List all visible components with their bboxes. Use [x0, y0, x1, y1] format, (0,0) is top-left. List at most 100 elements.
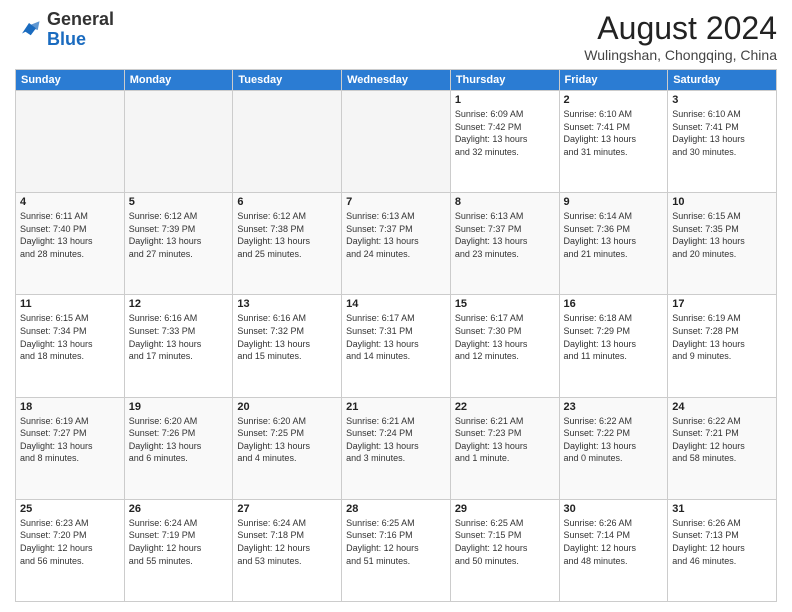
calendar: SundayMondayTuesdayWednesdayThursdayFrid…: [15, 69, 777, 602]
calendar-week-row: 1 Sunrise: 6:09 AMSunset: 7:42 PMDaylight…: [16, 91, 777, 193]
day-number: 6: [237, 196, 337, 208]
day-info: Sunrise: 6:26 AMSunset: 7:13 PMDaylight:…: [672, 517, 772, 567]
day-info: Sunrise: 6:25 AMSunset: 7:16 PMDaylight:…: [346, 517, 446, 567]
calendar-cell: 25Sunrise: 6:23 AMSunset: 7:20 PMDayligh…: [16, 499, 125, 601]
day-info: Sunrise: 6:10 AMSunset: 7:41 PMDaylight:…: [672, 108, 772, 158]
day-info: Sunrise: 6:09 AMSunset: 7:42 PMDaylight:…: [455, 108, 555, 158]
day-info: Sunrise: 6:20 AMSunset: 7:26 PMDaylight:…: [129, 415, 229, 465]
day-info: Sunrise: 6:19 AMSunset: 7:27 PMDaylight:…: [20, 415, 120, 465]
day-info: Sunrise: 6:20 AMSunset: 7:25 PMDaylight:…: [237, 415, 337, 465]
calendar-cell: 27 Sunrise: 6:24 AMSunset: 7:18 PMDayligh…: [233, 499, 342, 601]
logo-general: General: [47, 9, 114, 29]
calendar-cell: 18 Sunrise: 6:19 AMSunset: 7:27 PMDayligh…: [16, 397, 125, 499]
calendar-cell: 14 Sunrise: 6:17 AMSunset: 7:31 PMDayligh…: [342, 295, 451, 397]
calendar-week-row: 25Sunrise: 6:23 AMSunset: 7:20 PMDayligh…: [16, 499, 777, 601]
calendar-cell: [233, 91, 342, 193]
calendar-cell: 4 Sunrise: 6:11 AMSunset: 7:40 PMDaylight…: [16, 193, 125, 295]
day-info: Sunrise: 6:24 AMSunset: 7:18 PMDaylight:…: [237, 517, 337, 567]
weekday-header: Friday: [559, 70, 668, 91]
title-block: August 2024 Wulingshan, Chongqing, China: [584, 10, 777, 63]
day-number: 23: [564, 401, 664, 413]
day-number: 25: [20, 503, 120, 515]
calendar-week-row: 4 Sunrise: 6:11 AMSunset: 7:40 PMDaylight…: [16, 193, 777, 295]
calendar-cell: 28Sunrise: 6:25 AMSunset: 7:16 PMDayligh…: [342, 499, 451, 601]
day-number: 31: [672, 503, 772, 515]
calendar-cell: 10 Sunrise: 6:15 AMSunset: 7:35 PMDayligh…: [668, 193, 777, 295]
day-info: Sunrise: 6:16 AMSunset: 7:32 PMDaylight:…: [237, 312, 337, 362]
day-number: 20: [237, 401, 337, 413]
calendar-cell: 3 Sunrise: 6:10 AMSunset: 7:41 PMDaylight…: [668, 91, 777, 193]
day-number: 18: [20, 401, 120, 413]
day-number: 8: [455, 196, 555, 208]
day-info: Sunrise: 6:14 AMSunset: 7:36 PMDaylight:…: [564, 210, 664, 260]
calendar-cell: [342, 91, 451, 193]
logo-blue: Blue: [47, 29, 86, 49]
day-info: Sunrise: 6:17 AMSunset: 7:30 PMDaylight:…: [455, 312, 555, 362]
calendar-cell: 9Sunrise: 6:14 AMSunset: 7:36 PMDaylight…: [559, 193, 668, 295]
calendar-cell: 5Sunrise: 6:12 AMSunset: 7:39 PMDaylight…: [124, 193, 233, 295]
day-number: 11: [20, 298, 120, 310]
day-info: Sunrise: 6:13 AMSunset: 7:37 PMDaylight:…: [346, 210, 446, 260]
calendar-cell: 21 Sunrise: 6:21 AMSunset: 7:24 PMDayligh…: [342, 397, 451, 499]
day-number: 10: [672, 196, 772, 208]
calendar-cell: 11Sunrise: 6:15 AMSunset: 7:34 PMDayligh…: [16, 295, 125, 397]
calendar-cell: 7Sunrise: 6:13 AMSunset: 7:37 PMDaylight…: [342, 193, 451, 295]
day-number: 2: [564, 94, 664, 106]
calendar-cell: 26 Sunrise: 6:24 AMSunset: 7:19 PMDayligh…: [124, 499, 233, 601]
day-number: 29: [455, 503, 555, 515]
day-number: 16: [564, 298, 664, 310]
calendar-cell: 12 Sunrise: 6:16 AMSunset: 7:33 PMDayligh…: [124, 295, 233, 397]
logo-bird-icon: [15, 16, 43, 44]
weekday-header: Sunday: [16, 70, 125, 91]
day-info: Sunrise: 6:18 AMSunset: 7:29 PMDaylight:…: [564, 312, 664, 362]
location: Wulingshan, Chongqing, China: [584, 47, 777, 63]
day-info: Sunrise: 6:16 AMSunset: 7:33 PMDaylight:…: [129, 312, 229, 362]
calendar-cell: 29 Sunrise: 6:25 AMSunset: 7:15 PMDayligh…: [450, 499, 559, 601]
day-info: Sunrise: 6:15 AMSunset: 7:35 PMDaylight:…: [672, 210, 772, 260]
day-number: 12: [129, 298, 229, 310]
day-number: 4: [20, 196, 120, 208]
day-number: 30: [564, 503, 664, 515]
weekday-header: Monday: [124, 70, 233, 91]
day-number: 26: [129, 503, 229, 515]
day-info: Sunrise: 6:11 AMSunset: 7:40 PMDaylight:…: [20, 210, 120, 260]
day-info: Sunrise: 6:24 AMSunset: 7:19 PMDaylight:…: [129, 517, 229, 567]
calendar-cell: 2 Sunrise: 6:10 AMSunset: 7:41 PMDaylight…: [559, 91, 668, 193]
calendar-cell: 30Sunrise: 6:26 AMSunset: 7:14 PMDayligh…: [559, 499, 668, 601]
calendar-header-row: SundayMondayTuesdayWednesdayThursdayFrid…: [16, 70, 777, 91]
calendar-cell: [16, 91, 125, 193]
calendar-cell: 15 Sunrise: 6:17 AMSunset: 7:30 PMDayligh…: [450, 295, 559, 397]
calendar-cell: 23 Sunrise: 6:22 AMSunset: 7:22 PMDayligh…: [559, 397, 668, 499]
day-info: Sunrise: 6:12 AMSunset: 7:38 PMDaylight:…: [237, 210, 337, 260]
header: General Blue August 2024 Wulingshan, Cho…: [15, 10, 777, 63]
calendar-cell: 16 Sunrise: 6:18 AMSunset: 7:29 PMDayligh…: [559, 295, 668, 397]
day-number: 3: [672, 94, 772, 106]
calendar-cell: 31 Sunrise: 6:26 AMSunset: 7:13 PMDayligh…: [668, 499, 777, 601]
month-year: August 2024: [584, 10, 777, 47]
day-number: 27: [237, 503, 337, 515]
page: General Blue August 2024 Wulingshan, Cho…: [0, 0, 792, 612]
day-info: Sunrise: 6:25 AMSunset: 7:15 PMDaylight:…: [455, 517, 555, 567]
calendar-cell: 22Sunrise: 6:21 AMSunset: 7:23 PMDayligh…: [450, 397, 559, 499]
logo: General Blue: [15, 10, 114, 50]
calendar-cell: 17Sunrise: 6:19 AMSunset: 7:28 PMDayligh…: [668, 295, 777, 397]
calendar-cell: 13 Sunrise: 6:16 AMSunset: 7:32 PMDayligh…: [233, 295, 342, 397]
calendar-cell: 1 Sunrise: 6:09 AMSunset: 7:42 PMDaylight…: [450, 91, 559, 193]
day-number: 13: [237, 298, 337, 310]
logo-text: General Blue: [47, 10, 114, 50]
weekday-header: Wednesday: [342, 70, 451, 91]
day-info: Sunrise: 6:17 AMSunset: 7:31 PMDaylight:…: [346, 312, 446, 362]
calendar-cell: 20 Sunrise: 6:20 AMSunset: 7:25 PMDayligh…: [233, 397, 342, 499]
day-number: 15: [455, 298, 555, 310]
calendar-week-row: 11Sunrise: 6:15 AMSunset: 7:34 PMDayligh…: [16, 295, 777, 397]
day-info: Sunrise: 6:21 AMSunset: 7:24 PMDaylight:…: [346, 415, 446, 465]
weekday-header: Tuesday: [233, 70, 342, 91]
calendar-cell: 8Sunrise: 6:13 AMSunset: 7:37 PMDaylight…: [450, 193, 559, 295]
day-number: 14: [346, 298, 446, 310]
day-info: Sunrise: 6:10 AMSunset: 7:41 PMDaylight:…: [564, 108, 664, 158]
day-number: 1: [455, 94, 555, 106]
day-number: 21: [346, 401, 446, 413]
calendar-cell: 24Sunrise: 6:22 AMSunset: 7:21 PMDayligh…: [668, 397, 777, 499]
day-info: Sunrise: 6:12 AMSunset: 7:39 PMDaylight:…: [129, 210, 229, 260]
day-info: Sunrise: 6:22 AMSunset: 7:22 PMDaylight:…: [564, 415, 664, 465]
